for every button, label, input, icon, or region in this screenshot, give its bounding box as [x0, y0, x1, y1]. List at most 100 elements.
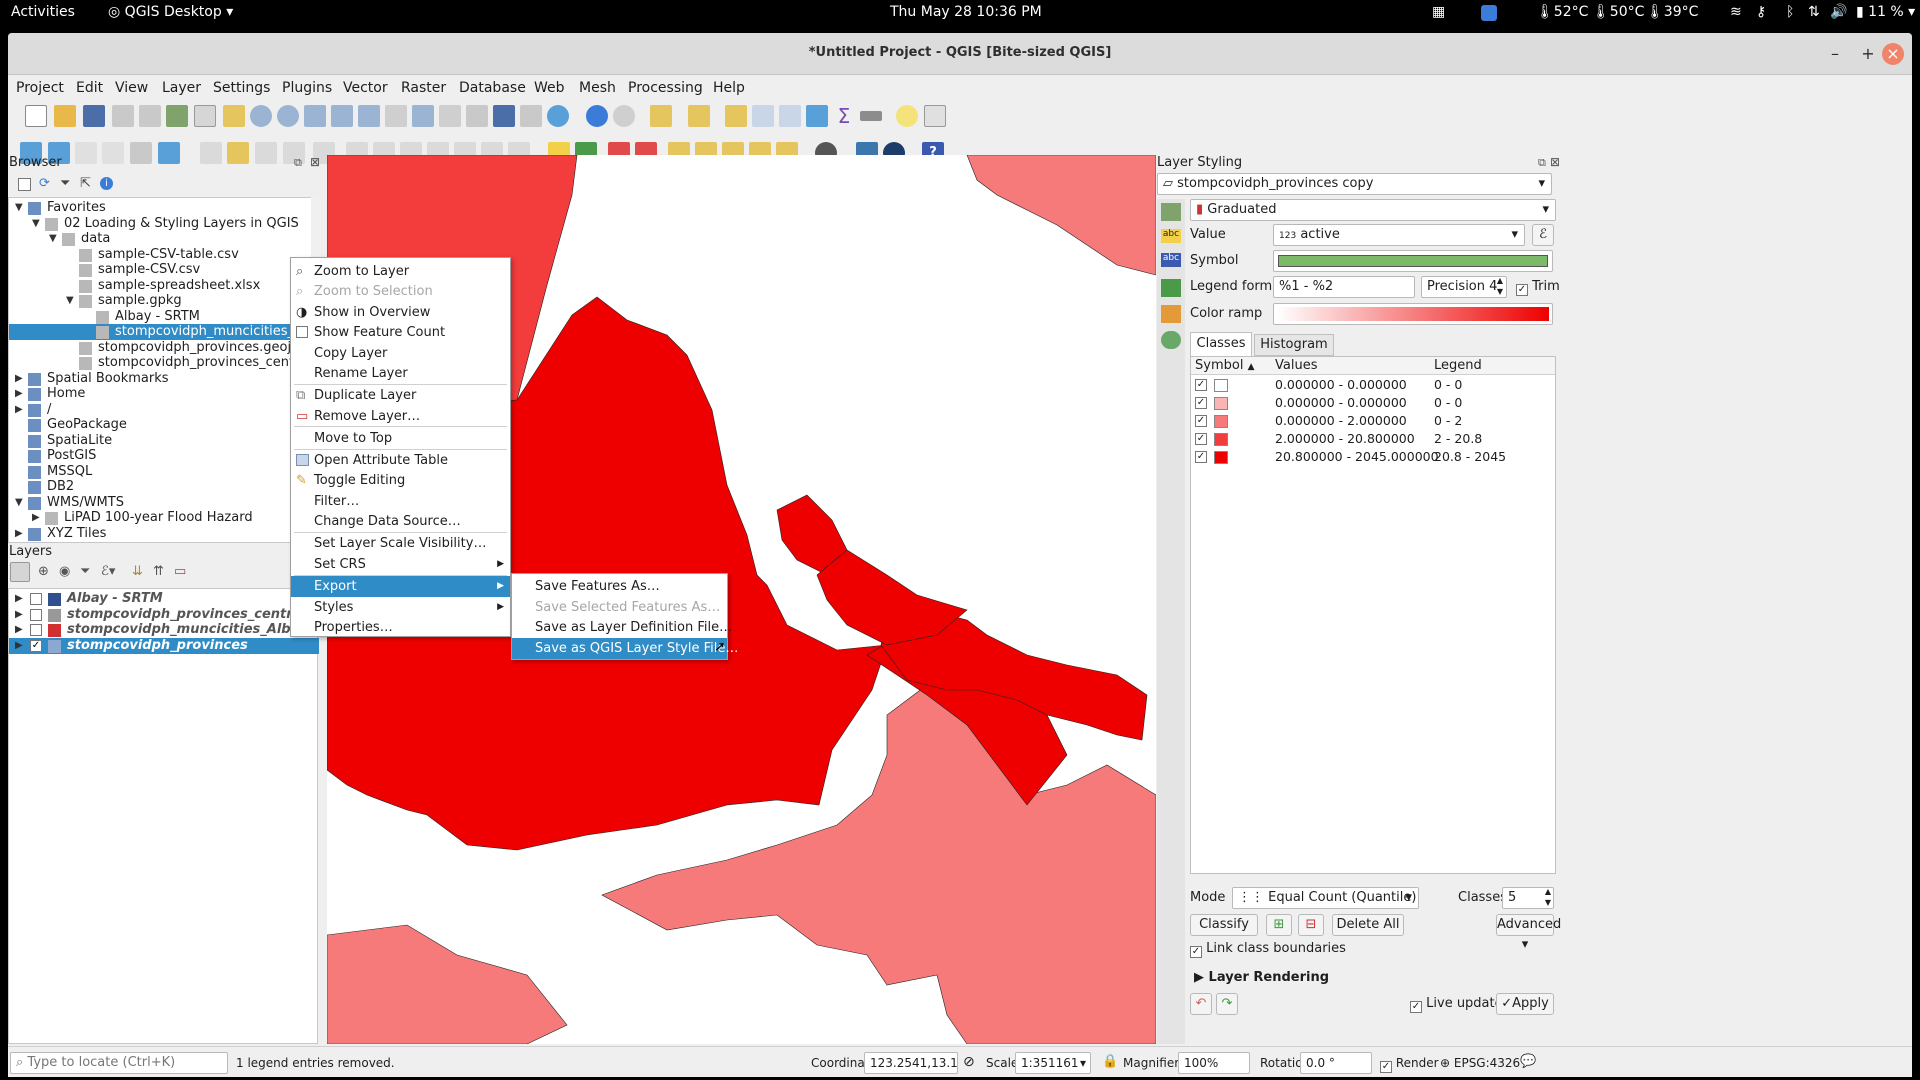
class-symbol-swatch[interactable]	[1214, 397, 1228, 410]
col-legend-header[interactable]: Legend	[1434, 358, 1482, 373]
identify-icon[interactable]	[586, 105, 608, 127]
chevron-right-icon[interactable]: ▶	[15, 607, 23, 623]
menu-project[interactable]: Project	[16, 80, 64, 96]
clock[interactable]: Thu May 28 10:36 PM	[890, 4, 1042, 20]
zoom-in-icon[interactable]	[250, 105, 272, 127]
labels-tab-icon[interactable]: abc	[1161, 229, 1181, 243]
volume-icon[interactable]: 🔊	[1830, 4, 1847, 20]
close-panel-icon[interactable]: ⊠	[310, 155, 320, 169]
add-class-icon[interactable]: ⊞	[1266, 914, 1292, 936]
class-visibility-checkbox[interactable]: ✓	[1195, 397, 1207, 409]
chevron-right-icon[interactable]: ▶	[15, 526, 23, 542]
expression-icon[interactable]: ℰ	[1532, 224, 1554, 246]
menu-raster[interactable]: Raster	[401, 80, 446, 96]
tab-histogram[interactable]: Histogram	[1254, 334, 1334, 356]
layout-manager-icon[interactable]	[139, 105, 161, 127]
float-styling-icon[interactable]: ⧉	[1538, 156, 1546, 170]
menu-plugins[interactable]: Plugins	[282, 80, 332, 96]
browser-item[interactable]: Albay - SRTM	[9, 309, 311, 325]
layer-visibility-checkbox[interactable]: ✓	[30, 639, 42, 652]
class-symbol-swatch[interactable]	[1214, 451, 1228, 464]
zoom-to-selection-icon[interactable]	[331, 105, 353, 127]
add-selected-layers-icon[interactable]	[18, 178, 31, 191]
chevron-down-icon[interactable]: ▼	[49, 231, 57, 247]
browser-item[interactable]: stompcovidph_provinces_centroids.shp	[9, 355, 317, 371]
advanced-button[interactable]: Advanced ▾	[1496, 914, 1561, 952]
chevron-right-icon[interactable]: ▶	[15, 638, 23, 654]
classes-count-spinbox[interactable]: 5 ▲ ▼	[1502, 887, 1554, 909]
toggle-extents-icon[interactable]: ⊘	[963, 1054, 975, 1070]
ctx-change-data-source[interactable]: Change Data Source…	[291, 511, 510, 532]
browser-item[interactable]: ▶ XYZ Tiles	[9, 526, 311, 542]
browser-item[interactable]: GeoPackage	[9, 417, 311, 433]
properties-icon[interactable]: i	[100, 177, 113, 190]
menu-processing[interactable]: Processing	[628, 80, 703, 96]
browser-item[interactable]: ▼ Favorites	[9, 200, 311, 216]
chevron-right-icon[interactable]: ▶	[15, 371, 23, 387]
class-visibility-checkbox[interactable]: ✓	[1195, 433, 1207, 445]
new-bookmark-icon[interactable]	[493, 105, 515, 127]
class-symbol-swatch[interactable]	[1214, 415, 1228, 428]
chevron-down-icon[interactable]: ▼	[15, 200, 23, 216]
col-symbol-header[interactable]: Symbol ▲	[1195, 358, 1255, 373]
maximize-icon[interactable]: +	[1857, 43, 1879, 65]
refresh-icon[interactable]: ⟳	[39, 176, 50, 191]
ctx-export[interactable]: Export ▶	[291, 576, 510, 597]
new-map-view-icon[interactable]	[466, 105, 488, 127]
field-calculator-icon[interactable]	[779, 105, 801, 127]
key-icon[interactable]: ⚷	[1756, 4, 1766, 20]
tab-classes[interactable]: Classes	[1190, 332, 1252, 356]
zoom-next-icon[interactable]	[439, 105, 461, 127]
expand-all-icon[interactable]: ⇊	[132, 564, 143, 579]
float-panel-icon[interactable]: ⧉	[294, 156, 302, 170]
masks-tab-icon[interactable]: abc	[1161, 253, 1181, 267]
chevron-down-icon[interactable]: ▼	[66, 293, 74, 309]
precision-spinbox[interactable]: Precision 4 ▲ ▼	[1421, 276, 1507, 298]
chevron-right-icon[interactable]: ▶	[15, 386, 23, 402]
filter-icon[interactable]: ⏷	[60, 176, 70, 191]
styling-layer-select[interactable]: ▱ stompcovidph_provinces copy ▾	[1157, 173, 1552, 195]
browser-item[interactable]: SpatiaLite	[9, 433, 311, 449]
remove-class-icon[interactable]: ⊟	[1298, 914, 1324, 936]
magnifier-spinbox[interactable]: 100%	[1178, 1052, 1250, 1074]
filter-expression-icon[interactable]: ℰ▾	[101, 564, 115, 579]
undo-style-icon[interactable]: ↶	[1190, 993, 1212, 1015]
legend-format-input[interactable]: %1 - %2	[1273, 276, 1415, 298]
filter-legend-icon[interactable]: ⏷	[80, 564, 90, 579]
symbology-tab-icon[interactable]	[1161, 203, 1181, 221]
layer-item[interactable]: ▶ Albay - SRTM	[9, 591, 319, 607]
add-group-icon[interactable]: ⊕	[38, 564, 49, 579]
app-menu[interactable]: ◎ QGIS Desktop ▾	[108, 4, 233, 20]
rendering-tab-icon[interactable]	[1161, 305, 1181, 323]
messages-icon[interactable]: 💬	[1520, 1054, 1536, 1069]
ctx-remove-layer[interactable]: ▭ Remove Layer…	[291, 406, 510, 427]
browser-item[interactable]: stompcovidph_muncicities_Albay	[9, 324, 317, 340]
class-row[interactable]: ✓ 0.000000 - 0.000000 0 - 0	[1191, 376, 1555, 394]
class-row[interactable]: ✓ 0.000000 - 2.000000 0 - 2	[1191, 412, 1555, 430]
chevron-right-icon[interactable]: ▶	[15, 591, 23, 607]
zoom-full-icon[interactable]	[304, 105, 326, 127]
ctx-copy-layer[interactable]: Copy Layer	[291, 343, 510, 364]
browser-item[interactable]: ▼ sample.gpkg	[9, 293, 311, 309]
layer-visibility-checkbox[interactable]	[30, 608, 42, 621]
ctx-filter[interactable]: Filter…	[291, 491, 510, 512]
layer-item[interactable]: ▶ stompcovidph_provinces_centroids	[9, 607, 323, 623]
grid-icon[interactable]: ▦	[1432, 4, 1445, 20]
crs-button[interactable]: ⊕ EPSG:4326	[1440, 1056, 1520, 1070]
spin-arrows-icon[interactable]: ▲ ▼	[1545, 888, 1551, 908]
menu-help[interactable]: Help	[713, 80, 745, 96]
class-visibility-checkbox[interactable]: ✓	[1195, 415, 1207, 427]
scale-select[interactable]: 1:351161 ▾	[1015, 1052, 1091, 1074]
spin-arrows-icon[interactable]: ▲ ▼	[1497, 277, 1503, 297]
class-symbol-swatch[interactable]	[1214, 433, 1228, 446]
select-by-value-icon[interactable]	[688, 105, 710, 127]
symbol-button[interactable]	[1273, 250, 1553, 272]
menu-view[interactable]: View	[115, 80, 148, 96]
collapse-all-layers-icon[interactable]: ⇈	[153, 564, 164, 579]
chevron-right-icon[interactable]: ▶	[15, 622, 23, 638]
chevron-down-icon[interactable]: ▼	[32, 216, 40, 232]
chevron-right-icon[interactable]: ▶	[15, 402, 23, 418]
class-symbol-swatch[interactable]	[1214, 379, 1228, 392]
delete-all-button[interactable]: Delete All	[1332, 914, 1404, 936]
class-row[interactable]: ✓ 20.800000 - 2045.000000 20.8 - 2045	[1191, 448, 1555, 466]
